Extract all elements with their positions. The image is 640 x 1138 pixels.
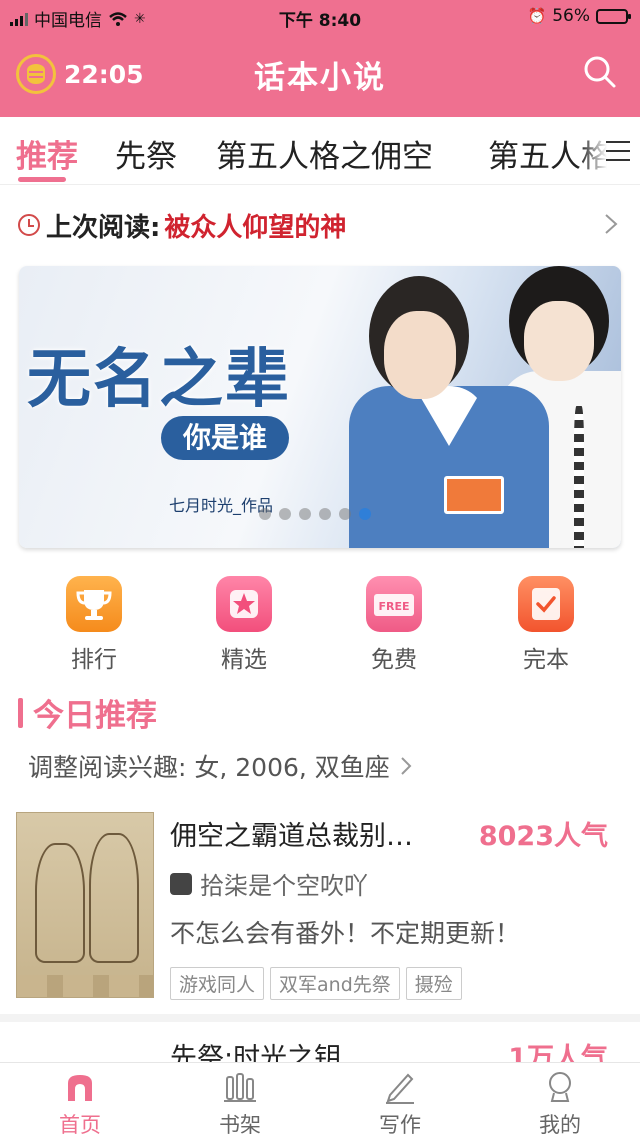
bottom-nav-label: 书架 bbox=[219, 1113, 261, 1137]
search-icon[interactable] bbox=[582, 54, 618, 90]
quick-nav-label: 排行 bbox=[71, 647, 117, 673]
status-bar: 中国电信 ✳ 下午 8:40 ⏰ 56% bbox=[0, 0, 640, 32]
carousel-dot[interactable] bbox=[299, 508, 311, 520]
carousel-dot[interactable] bbox=[339, 508, 351, 520]
carousel-dot[interactable] bbox=[319, 508, 331, 520]
app-header: 22:05 话本小说 bbox=[0, 32, 640, 117]
book-author: 拾柒是个空吹吖 bbox=[170, 866, 368, 901]
bottom-nav-writing[interactable]: 写作 bbox=[350, 1069, 450, 1138]
banner-figure bbox=[524, 301, 594, 381]
menu-icon[interactable] bbox=[606, 141, 630, 161]
bottom-nav-home[interactable]: 首页 bbox=[30, 1069, 130, 1138]
interest-text: 调整阅读兴趣: 女, 2006, 双鱼座 bbox=[28, 753, 390, 782]
free-icon: FREE bbox=[366, 576, 422, 632]
book-tag[interactable]: 双军and先祭 bbox=[270, 967, 400, 1000]
book-tag[interactable]: 游戏同人 bbox=[170, 967, 265, 1000]
active-tab-indicator bbox=[18, 177, 66, 182]
app-title: 话本小说 bbox=[254, 60, 386, 96]
bottom-nav-profile[interactable]: 我的 bbox=[510, 1069, 610, 1138]
book-tags: 游戏同人 双军and先祭 摄殓 bbox=[170, 967, 462, 1000]
carousel-dot[interactable] bbox=[359, 508, 371, 520]
check-icon bbox=[518, 576, 574, 632]
section-title: 今日推荐 bbox=[18, 690, 157, 735]
bottom-nav-bookshelf[interactable]: 书架 bbox=[190, 1069, 290, 1138]
category-tabs: 推荐 先祭 第五人格之佣空 第五人格 bbox=[0, 117, 640, 185]
quick-nav-featured[interactable]: 精选 bbox=[194, 576, 294, 674]
cover-figure bbox=[89, 833, 139, 963]
banner-figure bbox=[444, 476, 504, 514]
last-read-label: 上次阅读: bbox=[46, 212, 161, 243]
book-cover bbox=[16, 812, 154, 998]
bottom-nav-label: 写作 bbox=[379, 1113, 421, 1137]
battery-percent: 56% bbox=[552, 6, 590, 26]
quick-nav-ranking[interactable]: 排行 bbox=[44, 576, 144, 674]
home-icon bbox=[62, 1069, 98, 1105]
free-badge-text: FREE bbox=[378, 600, 409, 613]
quick-nav-completed[interactable]: 完本 bbox=[496, 576, 596, 674]
book-title[interactable]: 佣空之霸道总裁别… bbox=[170, 814, 460, 853]
banner-subtitle: 你是谁 bbox=[161, 416, 289, 460]
star-icon bbox=[216, 576, 272, 632]
book-popularity: 8023人气 bbox=[478, 821, 608, 852]
quick-nav-free[interactable]: FREE 免费 bbox=[344, 576, 444, 674]
section-title-text: 今日推荐 bbox=[33, 698, 157, 734]
banner-title: 无名之辈 bbox=[27, 342, 291, 417]
quick-nav-label: 免费 bbox=[371, 647, 417, 673]
clock-icon bbox=[18, 214, 40, 236]
bookshelf-icon bbox=[222, 1069, 258, 1105]
carousel-dots[interactable] bbox=[259, 508, 371, 520]
banner-figure bbox=[384, 311, 456, 399]
banner-author: 七月时光_作品 bbox=[169, 496, 274, 515]
tab-identity-v-yongkong[interactable]: 第五人格之佣空 bbox=[216, 131, 433, 176]
tab-recommend[interactable]: 推荐 bbox=[16, 131, 78, 176]
cover-pattern bbox=[17, 975, 153, 997]
alarm-icon: ⏰ bbox=[527, 7, 547, 25]
chevron-right-icon bbox=[401, 757, 412, 775]
chevron-right-icon bbox=[605, 214, 618, 234]
bottom-nav-label: 我的 bbox=[539, 1113, 581, 1137]
cover-figure bbox=[35, 843, 85, 963]
book-list-item[interactable]: 佣空之霸道总裁别… 8023人气 拾柒是个空吹吖 不怎么会有番外！不定期更新！ … bbox=[0, 812, 640, 1022]
banner-figure bbox=[574, 406, 584, 548]
pen-icon bbox=[382, 1069, 418, 1105]
last-read-book[interactable]: 被众人仰望的神 bbox=[164, 207, 346, 244]
tab-xianji[interactable]: 先祭 bbox=[115, 131, 177, 176]
quick-nav-label: 完本 bbox=[523, 647, 569, 673]
promo-banner[interactable]: 无名之辈 你是谁 七月时光_作品 bbox=[19, 266, 621, 548]
author-name: 拾柒是个空吹吖 bbox=[200, 872, 368, 900]
book-tag[interactable]: 摄殓 bbox=[405, 967, 462, 1000]
bottom-nav-label: 首页 bbox=[59, 1113, 101, 1137]
quick-nav: 排行 精选 FREE 免费 完本 bbox=[0, 576, 640, 676]
battery-icon bbox=[596, 8, 631, 24]
carousel-dot[interactable] bbox=[259, 508, 271, 520]
carousel-dot[interactable] bbox=[279, 508, 291, 520]
profile-icon bbox=[542, 1069, 578, 1105]
author-avatar bbox=[170, 872, 192, 895]
trophy-icon bbox=[66, 576, 122, 632]
adjust-interest-link[interactable]: 调整阅读兴趣: 女, 2006, 双鱼座 bbox=[28, 748, 412, 784]
bottom-nav: 首页 书架 写作 我的 bbox=[0, 1062, 640, 1138]
book-description: 不怎么会有番外！不定期更新！ bbox=[170, 919, 521, 948]
quick-nav-label: 精选 bbox=[221, 647, 267, 673]
section-bar bbox=[18, 697, 23, 728]
last-read-bar[interactable]: 上次阅读: 被众人仰望的神 bbox=[18, 205, 622, 245]
